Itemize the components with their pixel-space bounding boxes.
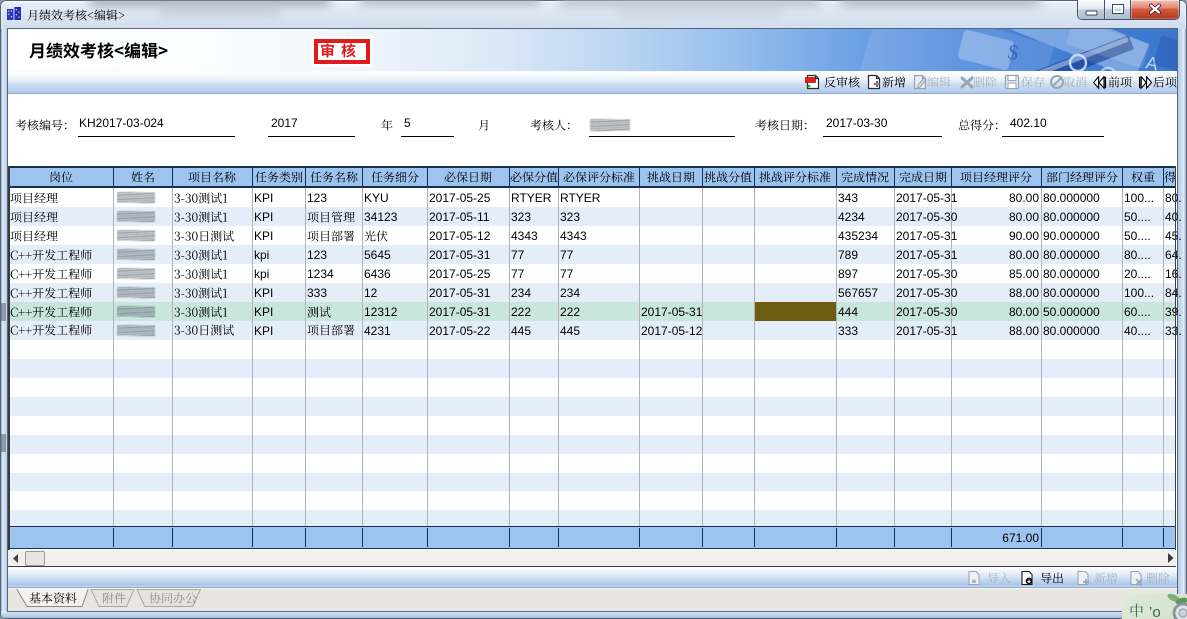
svg-text:’o: ’o [1149, 604, 1161, 619]
